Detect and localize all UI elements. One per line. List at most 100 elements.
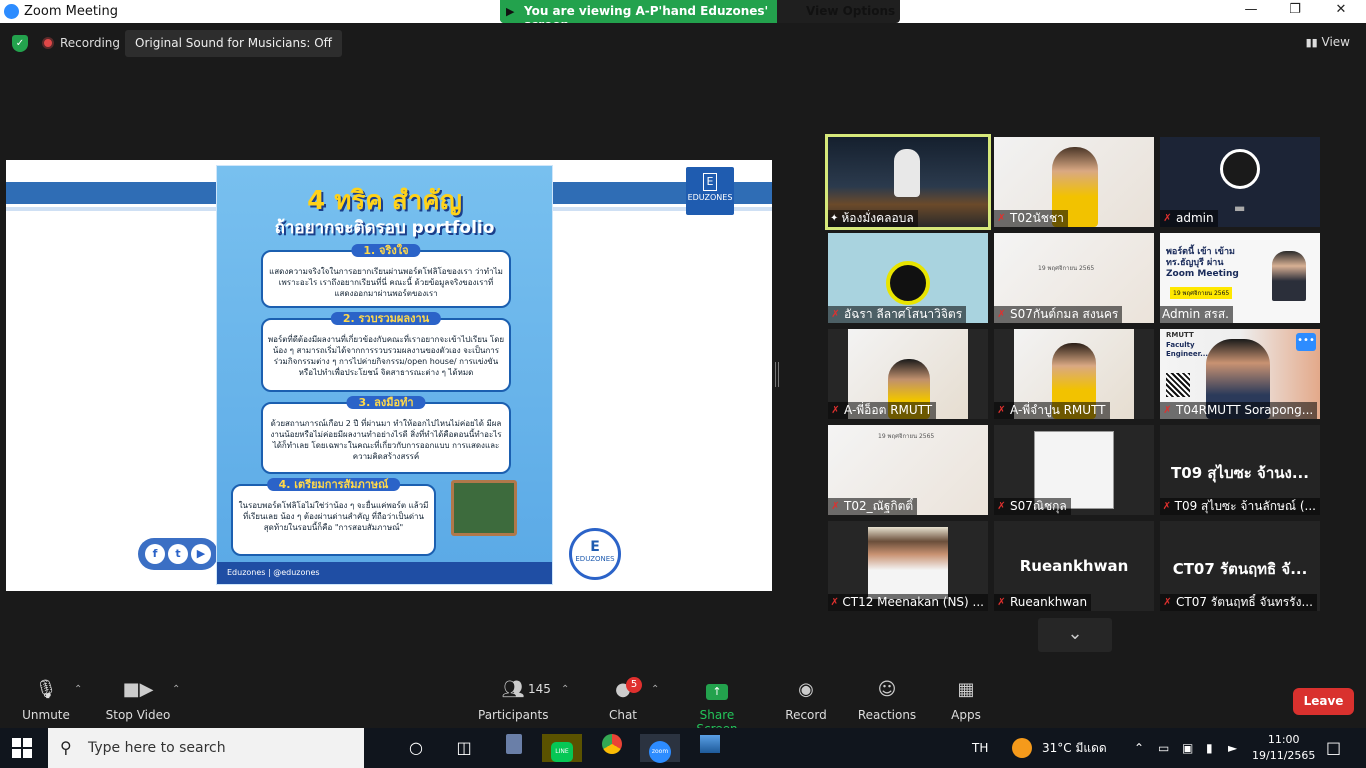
tray-camera-icon[interactable]: ▣ <box>1182 728 1193 768</box>
participant-tile[interactable]: T09 สุไบซะ จ้านง... ✗ T09 สุไบซะ จ้านลักษ… <box>1160 425 1320 515</box>
participant-name: ✗ T09 สุไบซะ จ้านลักษณ์ (... <box>1160 498 1320 515</box>
participant-name: ✗ A-พี่จำปูน RMUTT <box>994 402 1110 419</box>
show-hidden-icons[interactable]: ⌃ <box>1134 728 1144 768</box>
participant-tile[interactable]: ✗ A-พี่อ็อต RMUTT <box>828 329 988 419</box>
zoom-taskbar-icon[interactable]: zoom <box>640 734 680 763</box>
encryption-shield-icon[interactable]: ✓ <box>12 35 28 52</box>
task-view-icon[interactable]: ◫ <box>444 734 484 762</box>
participant-tile[interactable]: ✗ CT12 Meenakan (NS) ... <box>828 521 988 611</box>
resize-handle[interactable] <box>775 362 779 387</box>
person-silhouette <box>894 149 920 197</box>
tip-card-body: ด้วยสถานการณ์เกือบ 2 ปี ที่ผ่านมา ทำให้อ… <box>270 419 502 461</box>
recording-label: Recording <box>60 36 121 50</box>
input-language[interactable]: TH <box>972 728 988 768</box>
leave-button[interactable]: Leave <box>1293 688 1354 715</box>
profile-photo <box>868 527 948 599</box>
view-label: View <box>1321 35 1350 49</box>
reactions-button[interactable]: ☺ Reactions <box>856 674 918 722</box>
window-title: Zoom Meeting <box>24 4 119 19</box>
record-icon: ◉ <box>798 679 814 700</box>
mic-muted-icon: ✗ <box>997 596 1006 608</box>
viewing-banner-status: ▶ You are viewing A-P'hand Eduzones' scr… <box>500 0 777 23</box>
taskbar-clock[interactable]: 11:00 19/11/2565 <box>1252 732 1315 764</box>
participants-options-caret[interactable]: ⌃ <box>561 684 569 695</box>
participant-tile[interactable]: ✗ A-พี่จำปูน RMUTT <box>994 329 1154 419</box>
chrome-icon[interactable] <box>592 734 632 762</box>
recording-indicator[interactable]: Recording <box>42 30 120 56</box>
eduzones-circle-e: E <box>590 539 600 555</box>
taskbar-search-box[interactable]: ⚲ Type here to search <box>48 728 364 768</box>
volume-icon[interactable]: ► <box>1228 728 1237 768</box>
notifications-icon[interactable]: □ <box>1326 728 1341 768</box>
pin-icon: ✦ <box>830 213 839 224</box>
sun-weather-icon <box>1012 738 1032 758</box>
participant-name: ✗ Rueankhwan <box>994 594 1092 611</box>
search-placeholder: Type here to search <box>88 740 226 756</box>
participant-tile[interactable]: CT07 รัตนฤทธิ จั... ✗ CT07 รัตนฤทธิ์ จันท… <box>1160 521 1320 611</box>
participant-name: ✗ T02_ณัฐกิตติ์ <box>828 498 918 515</box>
slide-faculty-text: Faculty Engineer... <box>1166 341 1209 358</box>
participant-big-name: T09 สุไบซะ จ้านง... <box>1171 464 1309 482</box>
participant-tile[interactable]: 19 พฤศจิกายน 2565 ✗ S07กันต์กมล สงนคร <box>994 233 1154 323</box>
tip-card-head: 2. รวบรวมผลงาน <box>330 312 442 325</box>
mic-muted-icon: ✗ <box>997 404 1006 416</box>
qr-code <box>1166 373 1190 397</box>
participant-name: ✗ admin <box>1160 210 1218 227</box>
more-options-button[interactable]: ••• <box>1296 333 1316 351</box>
portfolio-poster: 4 ทริค สำคัญ ถ้าอยากจะติดรอบ portfolio 1… <box>216 165 553 585</box>
video-options-caret[interactable]: ⌃ <box>172 684 180 695</box>
participant-tile[interactable]: 19 พฤศจิกายน 2565 ✗ T02_ณัฐกิตติ์ <box>828 425 988 515</box>
slide-caption: พอร์ตนี้ เข้า เข้ามทร.ธัญบุรี ผ่าน Zoom … <box>1166 247 1239 279</box>
calculator-icon[interactable] <box>494 734 534 762</box>
stop-video-label: Stop Video <box>105 708 171 722</box>
reactions-label: Reactions <box>857 708 917 722</box>
slide-caption: RMUTT <box>1166 331 1194 339</box>
line-app-icon[interactable]: LINE <box>542 734 582 762</box>
photos-icon[interactable] <box>690 734 730 762</box>
weather-text[interactable]: 31°C มีแดด <box>1042 728 1107 768</box>
apps-button[interactable]: ▦ Apps <box>946 674 986 722</box>
close-button[interactable]: ✕ <box>1326 2 1356 20</box>
record-button[interactable]: ◉ Record <box>782 674 830 722</box>
apps-label: Apps <box>951 708 981 722</box>
restore-button[interactable]: ❐ <box>1280 2 1310 20</box>
record-label: Record <box>785 708 827 722</box>
view-button[interactable]: ▮▮ View <box>1306 35 1350 49</box>
share-screen-button[interactable]: ↑ Share Screen <box>678 674 756 736</box>
participant-tile[interactable]: ✗ อัฉรา ลีลาศโสนาวิจิตร <box>828 233 988 323</box>
unmute-label: Unmute <box>22 708 70 722</box>
unmute-button[interactable]: 🎙︎ Unmute <box>18 674 74 722</box>
minimize-button[interactable]: — <box>1236 2 1266 20</box>
windows-start-button[interactable] <box>12 738 32 758</box>
battery-icon[interactable]: ▮ <box>1206 728 1213 768</box>
participant-tile[interactable]: ✗ S07ณิชกุล <box>994 425 1154 515</box>
stop-video-button[interactable]: ■▶ Stop Video <box>104 674 172 722</box>
tip-card-head: 1. จริงใจ <box>351 244 421 257</box>
participant-tile[interactable]: RMUTT Faculty Engineer... ••• ✗ T04RMUTT … <box>1160 329 1320 419</box>
view-options-button[interactable]: View Options ⌄ <box>806 4 900 23</box>
audio-options-caret[interactable]: ⌃ <box>74 684 82 695</box>
participant-tile[interactable]: Rueankhwan ✗ Rueankhwan <box>994 521 1154 611</box>
mic-muted-icon: ✗ <box>1163 596 1172 608</box>
participant-tile[interactable]: ✗ T02นัชชา <box>994 137 1154 227</box>
chat-options-caret[interactable]: ⌃ <box>651 684 659 695</box>
facebook-icon: f <box>145 544 165 564</box>
next-page-button[interactable]: ⌄ <box>1038 618 1112 652</box>
tip-card-body: แสดงความจริงใจในการอยากเรียนผ่านพอร์ตโฟล… <box>269 267 503 298</box>
speaker-icon: ▶ <box>506 5 515 18</box>
eduzones-logo: E EDUZONES <box>686 167 734 215</box>
original-sound-button[interactable]: Original Sound for Musicians: Off <box>125 30 342 57</box>
twitter-icon: t <box>168 544 188 564</box>
participant-tile[interactable]: ▬ ✗ admin <box>1160 137 1320 227</box>
slide-date-text: 19 พฤศจิกายน 2565 <box>1038 265 1095 272</box>
participant-tile[interactable]: พอร์ตนี้ เข้า เข้ามทร.ธัญบุรี ผ่าน Zoom … <box>1160 233 1320 323</box>
tray-device-icon[interactable]: ▭ <box>1158 728 1169 768</box>
participant-name: ✗ T02นัชชา <box>994 210 1068 227</box>
participant-tile[interactable]: ✦ ห้องมั่งคลอบล <box>825 134 991 230</box>
chat-unread-badge: 5 <box>626 677 642 693</box>
participant-name: ✗ T04RMUTT Sorapong... <box>1160 402 1318 419</box>
viewing-banner: ▶ You are viewing A-P'hand Eduzones' scr… <box>500 0 900 23</box>
cortana-icon[interactable]: ○ <box>396 734 436 762</box>
tip-card-1: 1. จริงใจ แสดงความจริงใจในการอยากเรียนผ่… <box>261 244 511 308</box>
shared-screen[interactable]: E EDUZONES f t ▶ E EDUZONES 4 ทริค สำคัญ… <box>6 160 772 591</box>
